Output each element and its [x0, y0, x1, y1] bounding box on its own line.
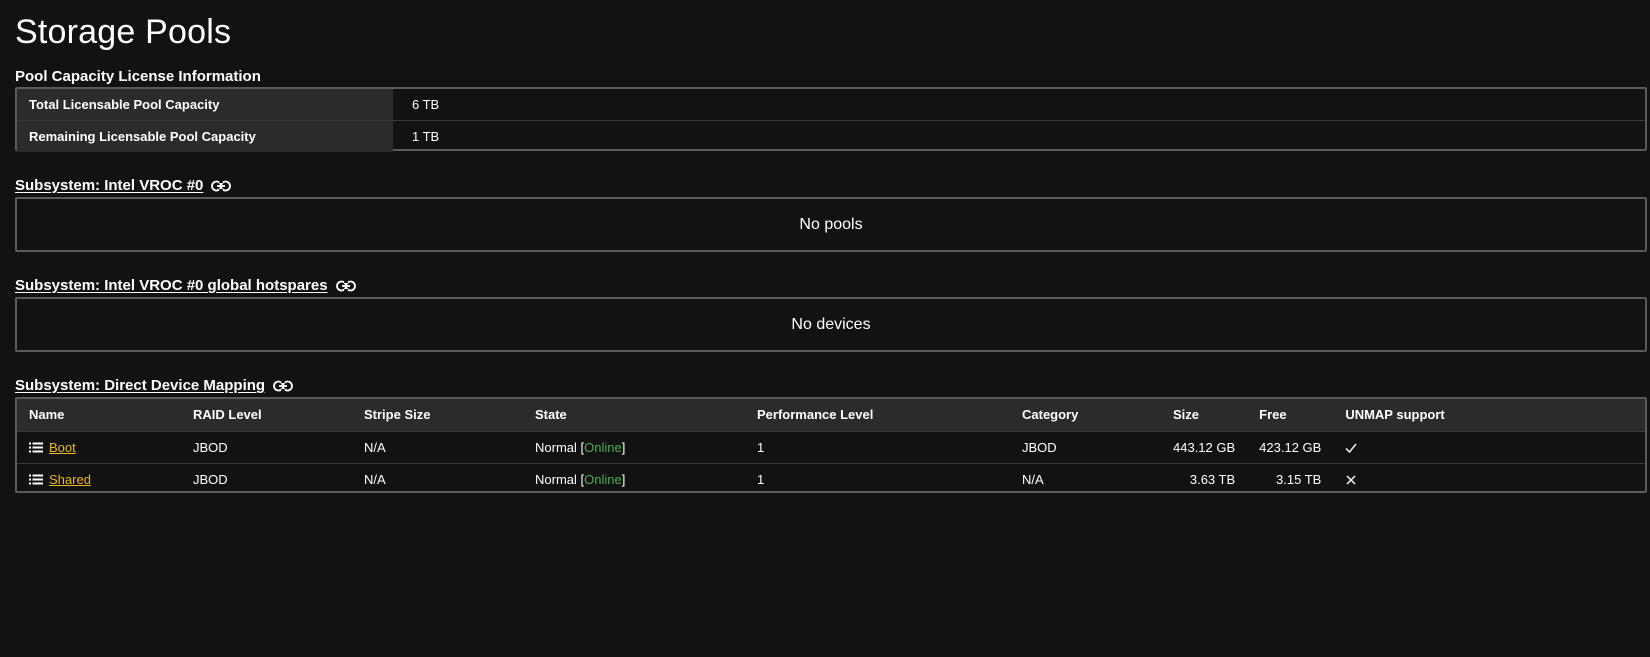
license-section-title: Pool Capacity License Information [15, 68, 261, 86]
pool-link-shared[interactable]: Shared [49, 472, 91, 487]
column-header-performance-level[interactable]: Performance Level [745, 399, 1010, 431]
size-cell: 443.12 GB [1161, 430, 1248, 463]
empty-devices-text: No devices [791, 315, 871, 333]
subsystem-vroc-title: Subsystem: Intel VROC #0 [15, 177, 232, 195]
ddm-devices-table-box: Name RAID Level Stripe Size State Perfor… [15, 397, 1647, 495]
subsystem-ddm-link[interactable]: Subsystem: Direct Device Mapping [15, 377, 265, 395]
license-label: Remaining Licensable Pool Capacity [17, 121, 393, 152]
column-header-size[interactable]: Size [1161, 399, 1247, 431]
size-cell: 3.63 TB [1161, 462, 1248, 495]
table-row: Boot JBOD N/A Normal [Online] 1 JBOD 443… [17, 430, 1645, 463]
category-cell: JBOD [1010, 430, 1161, 463]
state-cell: Normal [Online] [523, 462, 745, 495]
free-cell: 423.12 GB [1247, 430, 1334, 463]
state-suffix: ] [621, 471, 626, 487]
subsystem-hotspares-link[interactable]: Subsystem: Intel VROC #0 global hotspare… [15, 277, 328, 295]
stripe-size-cell: N/A [352, 462, 523, 495]
subsystem-vroc-link[interactable]: Subsystem: Intel VROC #0 [15, 177, 203, 195]
link-icon[interactable] [273, 380, 293, 392]
state-status: Online [584, 471, 622, 487]
license-label: Total Licensable Pool Capacity [17, 89, 393, 120]
unmap-support-cell [1333, 462, 1645, 495]
storage-pools-page: Storage Pools Pool Capacity License Info… [0, 0, 1650, 657]
free-cell: 3.15 TB [1247, 462, 1334, 495]
raid-level-cell: JBOD [181, 430, 352, 463]
performance-level-cell: 1 [745, 430, 1010, 463]
devices-table: Name RAID Level Stripe Size State Perfor… [17, 399, 1645, 495]
state-cell: Normal [Online] [523, 430, 745, 463]
table-header-row: Name RAID Level Stripe Size State Perfor… [17, 399, 1645, 431]
vroc-pools-box: No pools [15, 197, 1647, 252]
page-title: Storage Pools [15, 13, 232, 51]
pool-link-boot[interactable]: Boot [49, 440, 76, 455]
subsystem-ddm-title: Subsystem: Direct Device Mapping [15, 377, 293, 395]
state-status: Online [584, 439, 622, 455]
name-cell: Shared [17, 462, 181, 495]
subsystem-hotspares-title: Subsystem: Intel VROC #0 global hotspare… [15, 277, 356, 295]
license-row-remaining: Remaining Licensable Pool Capacity 1 TB [17, 120, 1645, 152]
license-row-total: Total Licensable Pool Capacity 6 TB [17, 89, 1645, 120]
link-icon[interactable] [211, 180, 232, 192]
check-icon [1345, 443, 1357, 454]
link-icon[interactable] [335, 280, 356, 292]
state-prefix: Normal [ [535, 471, 585, 487]
stripe-size-cell: N/A [352, 430, 523, 463]
state-prefix: Normal [ [535, 439, 585, 455]
license-table: Total Licensable Pool Capacity 6 TB Rema… [15, 87, 1647, 152]
license-title-text: Pool Capacity License Information [15, 68, 261, 85]
performance-level-cell: 1 [745, 462, 1010, 495]
column-header-free[interactable]: Free [1247, 399, 1333, 431]
list-icon [29, 442, 43, 452]
license-value: 6 TB [412, 97, 440, 112]
column-header-stripe-size[interactable]: Stripe Size [352, 399, 523, 431]
hotspares-devices-box: No devices [15, 297, 1647, 352]
unmap-support-cell [1333, 430, 1645, 463]
column-header-unmap-support[interactable]: UNMAP support [1333, 399, 1645, 431]
column-header-state[interactable]: State [523, 399, 745, 431]
license-value: 1 TB [412, 129, 440, 144]
column-header-raid-level[interactable]: RAID Level [181, 399, 352, 431]
state-suffix: ] [621, 439, 626, 455]
empty-pools-text: No pools [799, 215, 863, 233]
x-icon [1346, 475, 1356, 485]
list-icon [29, 474, 43, 484]
raid-level-cell: JBOD [181, 462, 352, 495]
column-header-name[interactable]: Name [17, 399, 181, 431]
category-cell: N/A [1010, 462, 1161, 495]
name-cell: Boot [17, 430, 181, 463]
table-row: Shared JBOD N/A Normal [Online] 1 N/A 3.… [17, 462, 1645, 495]
column-header-category[interactable]: Category [1010, 399, 1161, 431]
